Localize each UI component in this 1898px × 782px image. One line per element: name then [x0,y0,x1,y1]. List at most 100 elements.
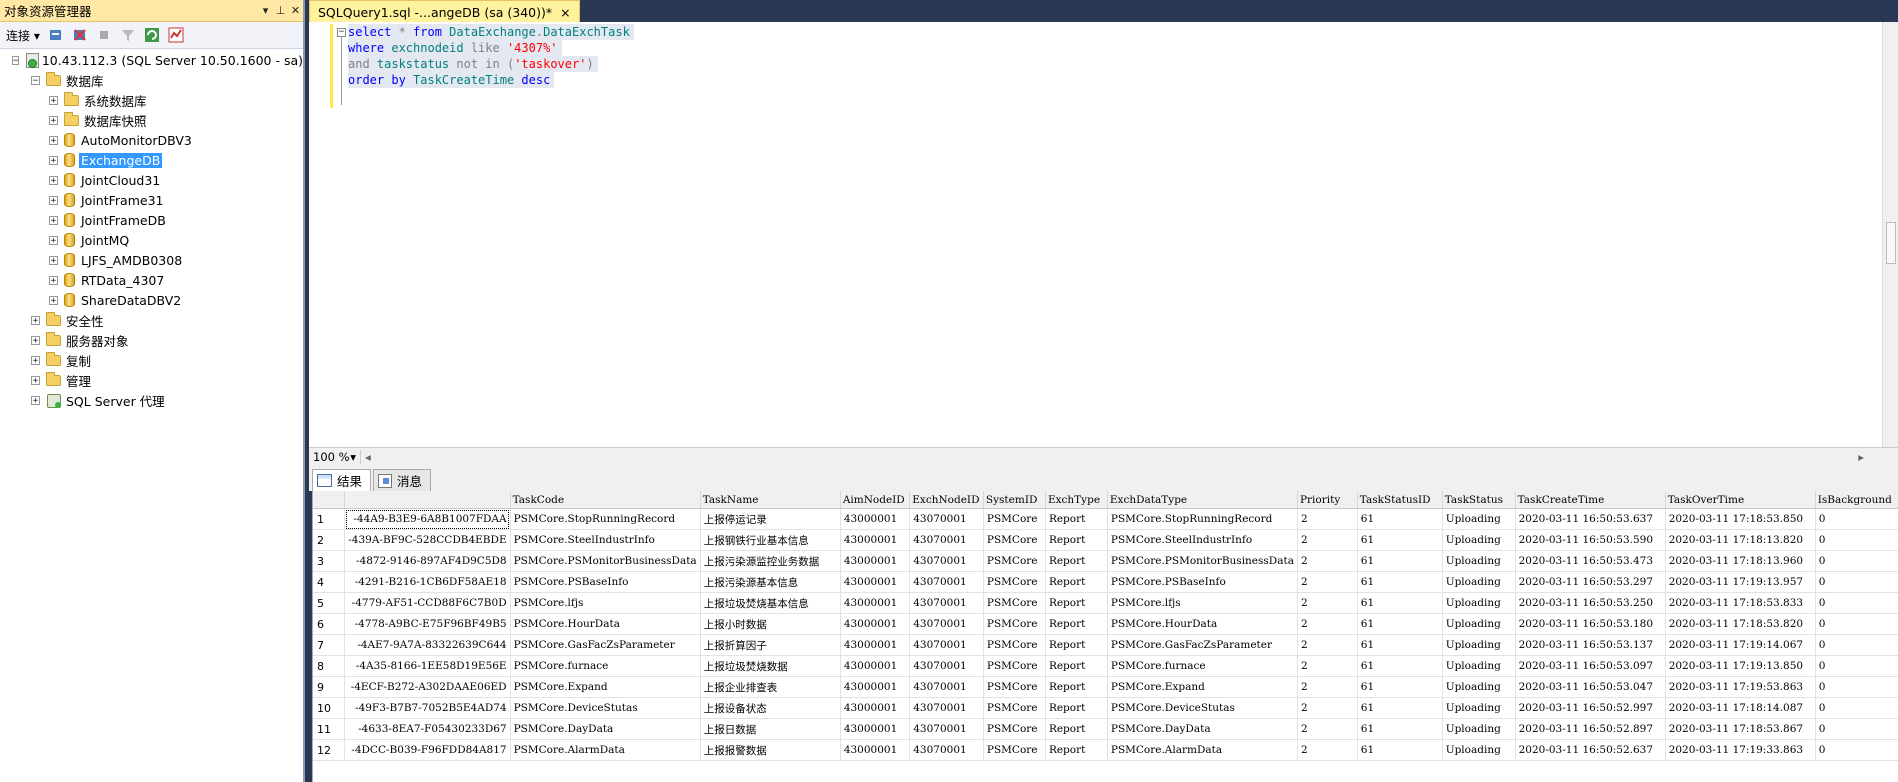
table-cell[interactable]: -4778-A9BC-E75F96BF49B5 [344,613,511,635]
table-cell[interactable]: Report [1045,655,1108,677]
table-cell[interactable]: PSMCore [983,571,1046,593]
table-row[interactable]: 5 -4779-AF51-CCD88F6C7B0D PSMCore.lfjs 上报垃圾… [313,592,1898,614]
table-cell[interactable]: 43000001 [840,655,911,677]
table-cell[interactable]: 61 [1357,634,1443,656]
table-cell[interactable]: 上报设备状态 [700,697,841,719]
table-cell[interactable]: 2 [1297,571,1358,593]
results-grid[interactable]: TaskCode TaskName AimNodeID ExchNodeID Syste… [312,491,1898,782]
table-cell[interactable]: 0 [1815,613,1898,635]
table-cell[interactable]: 2020-03-11 16:50:52.897 [1515,718,1666,740]
table-cell[interactable]: PSMCore.GasFacZsParameter [510,634,701,656]
table-cell[interactable]: Report [1045,697,1108,719]
pin-icon[interactable]: ⊥ [273,4,288,17]
expand-icon[interactable]: + [31,315,40,325]
table-cell[interactable]: 上报停运记录 [700,508,841,530]
row-number[interactable]: 7 [313,634,346,656]
stop-icon[interactable] [96,27,112,43]
scroll-right-icon[interactable]: ▸ [1858,450,1864,464]
connect-icon[interactable] [48,27,64,43]
expand-icon[interactable]: + [49,155,58,165]
tree-node-server-folder[interactable]: + 安全性 [0,310,303,330]
zoom-select[interactable]: 100 % ▾ [309,450,361,464]
table-cell[interactable]: 2020-03-11 17:18:53.833 [1665,592,1816,614]
table-cell[interactable]: 0 [1815,508,1898,530]
table-cell[interactable]: Uploading [1442,592,1516,614]
table-cell[interactable]: 43070001 [909,718,984,740]
table-row[interactable]: 7 -4AE7-9A7A-83322639C644 PSMCore.GasFacZs… [313,634,1898,656]
column-header[interactable]: TaskCreateTime [1515,491,1666,509]
table-cell[interactable]: Report [1045,592,1108,614]
tree-node-sql-agent[interactable]: + SQL Server 代理 [0,390,303,410]
column-header[interactable]: IsBackground [1815,491,1898,509]
table-cell[interactable]: 43000001 [840,697,911,719]
expand-icon[interactable]: + [49,255,58,265]
table-cell[interactable]: Uploading [1442,676,1516,698]
table-cell[interactable]: Report [1045,550,1108,572]
table-cell[interactable]: 0 [1815,655,1898,677]
table-cell[interactable]: 43000001 [840,634,911,656]
table-cell[interactable]: 61 [1357,718,1443,740]
row-number[interactable]: 9 [313,676,346,698]
row-number[interactable]: 3 [313,550,346,572]
table-cell[interactable]: 上报报警数据 [700,739,841,761]
scroll-thumb[interactable] [1886,222,1896,264]
expand-icon[interactable]: + [31,355,40,365]
table-cell[interactable]: 上报企业排查表 [700,676,841,698]
table-cell[interactable]: 43000001 [840,676,911,698]
table-cell[interactable]: 2 [1297,550,1358,572]
table-cell[interactable]: 61 [1357,550,1443,572]
activity-monitor-icon[interactable] [168,27,184,43]
table-cell[interactable]: 43070001 [909,550,984,572]
table-cell[interactable]: Uploading [1442,655,1516,677]
table-cell[interactable]: PSMCore [983,718,1046,740]
table-cell[interactable]: PSMCore [983,550,1046,572]
connect-button[interactable]: 连接 ▾ [6,27,40,44]
table-cell[interactable]: 43000001 [840,592,911,614]
table-cell[interactable]: -4ECF-B272-A302DAAE06ED [344,676,511,698]
tab-results[interactable]: 结果 [312,469,372,491]
table-cell[interactable]: Report [1045,571,1108,593]
table-cell[interactable]: 43000001 [840,739,911,761]
expand-icon[interactable]: + [31,375,40,385]
refresh-icon[interactable] [144,27,160,43]
table-cell[interactable]: 43070001 [909,634,984,656]
table-cell[interactable]: Report [1045,508,1108,530]
table-cell[interactable]: PSMCore [983,592,1046,614]
chevron-down-icon[interactable]: ▾ [350,450,356,464]
table-row[interactable]: 6 -4778-A9BC-E75F96BF49B5 PSMCore.HourData… [313,613,1898,635]
table-cell[interactable]: 2020-03-11 17:19:14.067 [1665,634,1816,656]
table-cell[interactable]: 0 [1815,550,1898,572]
table-cell[interactable]: 2020-03-11 17:18:14.087 [1665,697,1816,719]
table-cell[interactable]: Uploading [1442,571,1516,593]
table-row[interactable]: 12 -4DCC-B039-F96FDD84A817 PSMCore.AlarmDa… [313,739,1898,761]
row-number[interactable]: 6 [313,613,346,635]
tree-node-database[interactable]: + ShareDataDBV2 [0,290,303,310]
table-cell[interactable]: 2020-03-11 17:18:53.820 [1665,613,1816,635]
row-number[interactable]: 8 [313,655,346,677]
expand-icon[interactable]: + [49,195,58,205]
table-cell[interactable]: 43070001 [909,613,984,635]
table-cell[interactable]: 0 [1815,529,1898,551]
table-cell[interactable]: PSMCore.StopRunningRecord [1107,508,1298,530]
table-cell[interactable]: 43070001 [909,529,984,551]
table-row[interactable]: 3 -4872-9146-897AF4D9C5D8 PSMCore.PSMonito… [313,550,1898,572]
tree-node-system-databases[interactable]: + 系统数据库 [0,90,303,110]
table-cell[interactable]: 43000001 [840,613,911,635]
table-cell[interactable]: Uploading [1442,550,1516,572]
table-cell[interactable]: PSMCore.PSMonitorBusinessData [510,550,701,572]
table-cell[interactable]: Report [1045,718,1108,740]
table-cell[interactable]: 2 [1297,529,1358,551]
table-cell[interactable]: PSMCore.Expand [510,676,701,698]
table-cell[interactable]: 2020-03-11 16:50:53.180 [1515,613,1666,635]
table-cell[interactable]: PSMCore [983,655,1046,677]
table-cell[interactable]: Uploading [1442,634,1516,656]
table-cell[interactable]: PSMCore.SteelIndustrInfo [510,529,701,551]
expand-icon[interactable]: + [31,335,40,345]
row-number[interactable]: 11 [313,718,346,740]
table-cell[interactable]: 0 [1815,592,1898,614]
table-row[interactable]: 2 -439A-BF9C-528CCDB4EBDE PSMCore.SteelInd… [313,529,1898,551]
table-cell[interactable]: Report [1045,676,1108,698]
table-cell[interactable]: PSMCore.PSBaseInfo [1107,571,1298,593]
table-row[interactable]: 8 -4A35-8166-1EE58D19E56E PSMCore.furnace 上… [313,655,1898,677]
table-cell[interactable]: 43070001 [909,592,984,614]
